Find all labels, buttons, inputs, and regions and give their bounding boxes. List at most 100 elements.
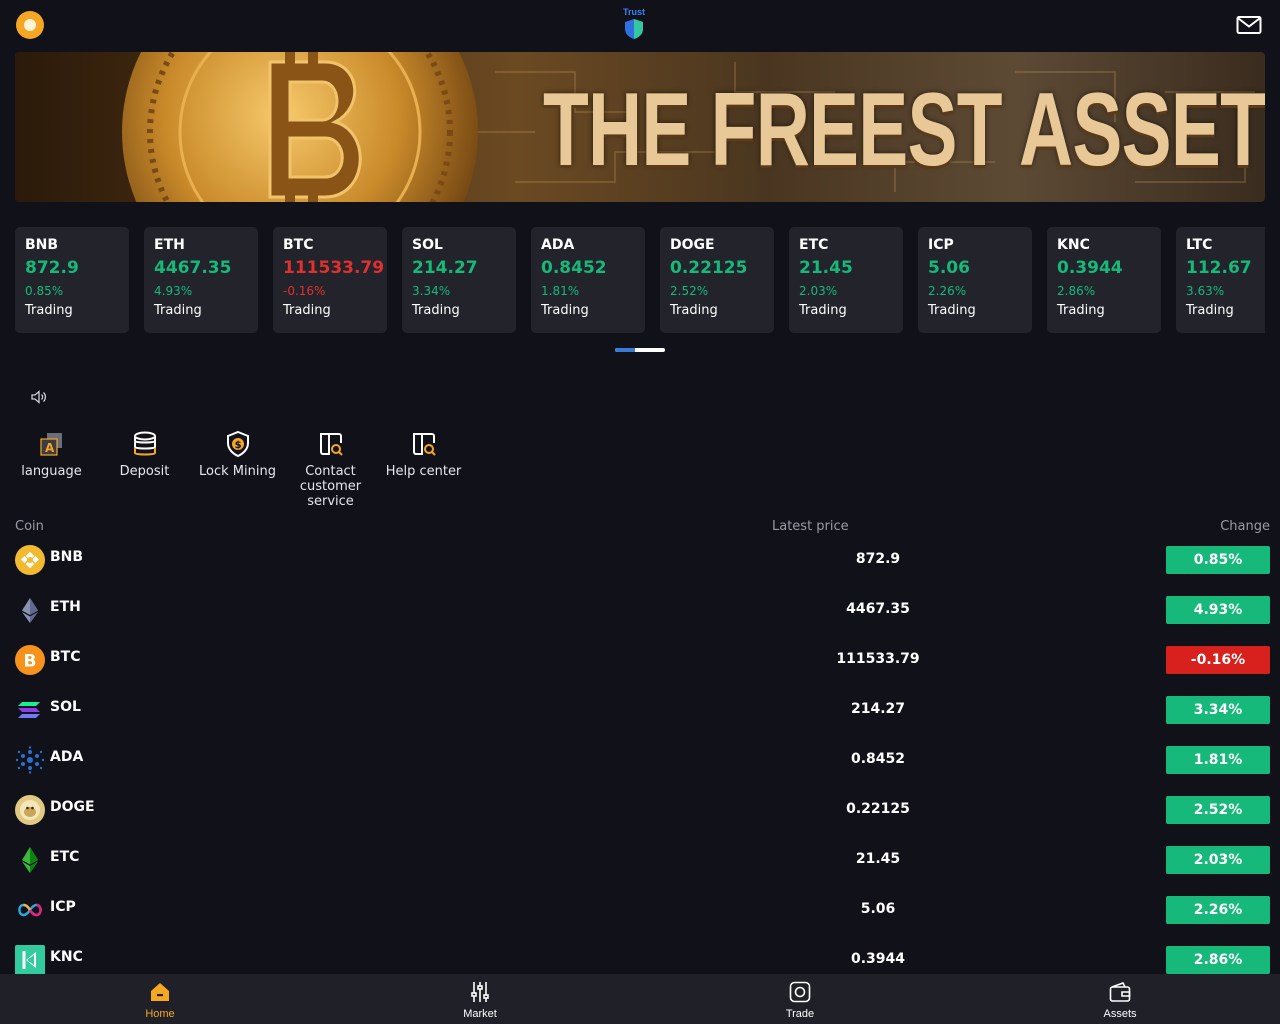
quick-action-contact-support[interactable]: Contact customer service xyxy=(284,430,377,509)
nav-assets[interactable]: Assets xyxy=(960,974,1280,1024)
coin-latest-price: 214.27 xyxy=(850,701,906,717)
market-row-btc[interactable]: B BTC 111533.79 -0.16% xyxy=(0,640,1280,690)
banner-headline: THE FREEST ASSET xyxy=(543,72,1265,188)
coin-latest-price: 4467.35 xyxy=(846,601,910,617)
change-badge[interactable]: 2.52% xyxy=(1166,796,1270,824)
ticker-card-sol[interactable]: SOL 214.27 3.34% Trading xyxy=(402,227,516,333)
svg-text:A: A xyxy=(45,441,55,455)
coin-name: SOL xyxy=(50,699,81,715)
coin-name: BNB xyxy=(50,549,84,565)
ticker-status: Trading xyxy=(1186,303,1234,318)
btc-icon: B xyxy=(15,645,45,675)
coin-latest-price: 111533.79 xyxy=(836,651,920,667)
change-badge[interactable]: 0.85% xyxy=(1166,546,1270,574)
ticker-card-bnb[interactable]: BNB 872.9 0.85% Trading xyxy=(15,227,129,333)
mail-icon[interactable] xyxy=(1236,14,1262,36)
ticker-change: 2.26% xyxy=(928,284,967,298)
home-icon xyxy=(151,983,169,1001)
header-latest-price: Latest price xyxy=(772,519,849,534)
ticker-status: Trading xyxy=(412,303,460,318)
ticker-price: 0.3944 xyxy=(1057,258,1123,278)
nav-trade[interactable]: Trade xyxy=(640,974,960,1024)
coin-name: KNC xyxy=(50,949,83,965)
market-row-icp[interactable]: ICP 5.06 2.26% xyxy=(0,890,1280,940)
market-row-etc[interactable]: ETC 21.45 2.03% xyxy=(0,840,1280,890)
nav-market[interactable]: Market xyxy=(320,974,640,1024)
quick-action-help-center[interactable]: Help center xyxy=(377,430,470,479)
market-row-eth[interactable]: ETH 4467.35 4.93% xyxy=(0,590,1280,640)
market-row-knc[interactable]: KNC 0.3944 2.86% xyxy=(0,940,1280,974)
ada-icon xyxy=(15,746,45,774)
coin-name: BTC xyxy=(50,649,81,665)
change-badge[interactable]: 2.03% xyxy=(1166,846,1270,874)
avatar[interactable] xyxy=(16,11,44,39)
market-table-body: BNB 872.9 0.85% ETH 4467.35 4.93% B BTC 111533.7… xyxy=(0,540,1280,974)
ticker-card-btc[interactable]: BTC 111533.79 -0.16% Trading xyxy=(273,227,387,333)
carousel-pager xyxy=(615,348,665,352)
ticker-symbol: ETC xyxy=(799,237,829,253)
eth-icon xyxy=(22,598,38,623)
ticker-card-icp[interactable]: ICP 5.06 2.26% Trading xyxy=(918,227,1032,333)
nav-home[interactable]: Home xyxy=(0,974,320,1024)
header-coin: Coin xyxy=(15,519,44,534)
ticker-status: Trading xyxy=(1057,303,1105,318)
ticker-change: 2.52% xyxy=(670,284,709,298)
ticker-price: 5.06 xyxy=(928,258,970,278)
ticker-change: -0.16% xyxy=(283,284,326,298)
bitcoin-coin-image xyxy=(122,52,478,202)
ticker-carousel[interactable]: BNB 872.9 0.85% Trading ETH 4467.35 4.93% Tradi… xyxy=(15,227,1265,333)
market-row-ada[interactable]: ADA 0.8452 1.81% xyxy=(0,740,1280,790)
coin-latest-price: 21.45 xyxy=(855,851,901,867)
ticker-status: Trading xyxy=(25,303,73,318)
ticker-card-ada[interactable]: ADA 0.8452 1.81% Trading xyxy=(531,227,645,333)
speaker-icon[interactable] xyxy=(31,390,47,404)
wallet-icon xyxy=(1109,982,1131,1002)
coin-name: ICP xyxy=(50,899,76,915)
ticker-price: 4467.35 xyxy=(154,258,232,278)
ticker-card-doge[interactable]: DOGE 0.22125 2.52% Trading xyxy=(660,227,774,333)
quick-action-lock-mining[interactable]: $ Lock Mining xyxy=(191,430,284,479)
shield-dollar-icon: $ xyxy=(226,430,249,458)
change-badge[interactable]: 4.93% xyxy=(1166,596,1270,624)
ticker-card-etc[interactable]: ETC 21.45 2.03% Trading xyxy=(789,227,903,333)
coin-name: ETH xyxy=(50,599,81,615)
market-row-doge[interactable]: DOGE 0.22125 2.52% xyxy=(0,790,1280,840)
ticker-status: Trading xyxy=(283,303,331,318)
help-search-icon xyxy=(412,433,436,456)
coin-latest-price: 0.8452 xyxy=(850,751,906,767)
ticker-symbol: ADA xyxy=(541,237,575,253)
ticker-change: 3.63% xyxy=(1186,284,1225,298)
language-icon: A xyxy=(39,433,62,456)
quick-action-label: Contact customer service xyxy=(299,464,362,509)
nav-label: Trade xyxy=(785,1008,815,1020)
ticker-card-ltc[interactable]: LTC 112.67 3.63% Trading xyxy=(1176,227,1265,333)
ticker-card-eth[interactable]: ETH 4467.35 4.93% Trading xyxy=(144,227,258,333)
ticker-status: Trading xyxy=(928,303,976,318)
ticker-status: Trading xyxy=(541,303,589,318)
ticker-status: Trading xyxy=(154,303,202,318)
ticker-change: 1.81% xyxy=(541,284,580,298)
quick-action-label: Deposit xyxy=(119,464,170,479)
doge-icon xyxy=(15,795,45,825)
quick-actions: A language Deposit $ Lock Mining Contact… xyxy=(0,430,480,520)
quick-action-deposit[interactable]: Deposit xyxy=(98,430,191,479)
market-row-sol[interactable]: SOL 214.27 3.34% xyxy=(0,690,1280,740)
ticker-change: 3.34% xyxy=(412,284,451,298)
support-search-icon xyxy=(319,433,343,456)
ticker-status: Trading xyxy=(670,303,718,318)
change-badge[interactable]: 1.81% xyxy=(1166,746,1270,774)
sliders-icon xyxy=(471,982,489,1002)
ticker-price: 21.45 xyxy=(799,258,853,278)
ticker-card-knc[interactable]: KNC 0.3944 2.86% Trading xyxy=(1047,227,1161,333)
trade-icon xyxy=(789,981,811,1003)
change-badge[interactable]: 2.86% xyxy=(1166,946,1270,974)
change-badge[interactable]: 3.34% xyxy=(1166,696,1270,724)
market-row-bnb[interactable]: BNB 872.9 0.85% xyxy=(0,540,1280,590)
ticker-symbol: SOL xyxy=(412,237,443,253)
promo-banner[interactable]: THE FREEST ASSET xyxy=(15,52,1265,202)
quick-action-language[interactable]: A language xyxy=(5,430,98,479)
coin-latest-price: 872.9 xyxy=(855,551,901,567)
change-badge[interactable]: 2.26% xyxy=(1166,896,1270,924)
change-badge[interactable]: -0.16% xyxy=(1166,646,1270,674)
coin-stack-icon xyxy=(133,431,156,456)
